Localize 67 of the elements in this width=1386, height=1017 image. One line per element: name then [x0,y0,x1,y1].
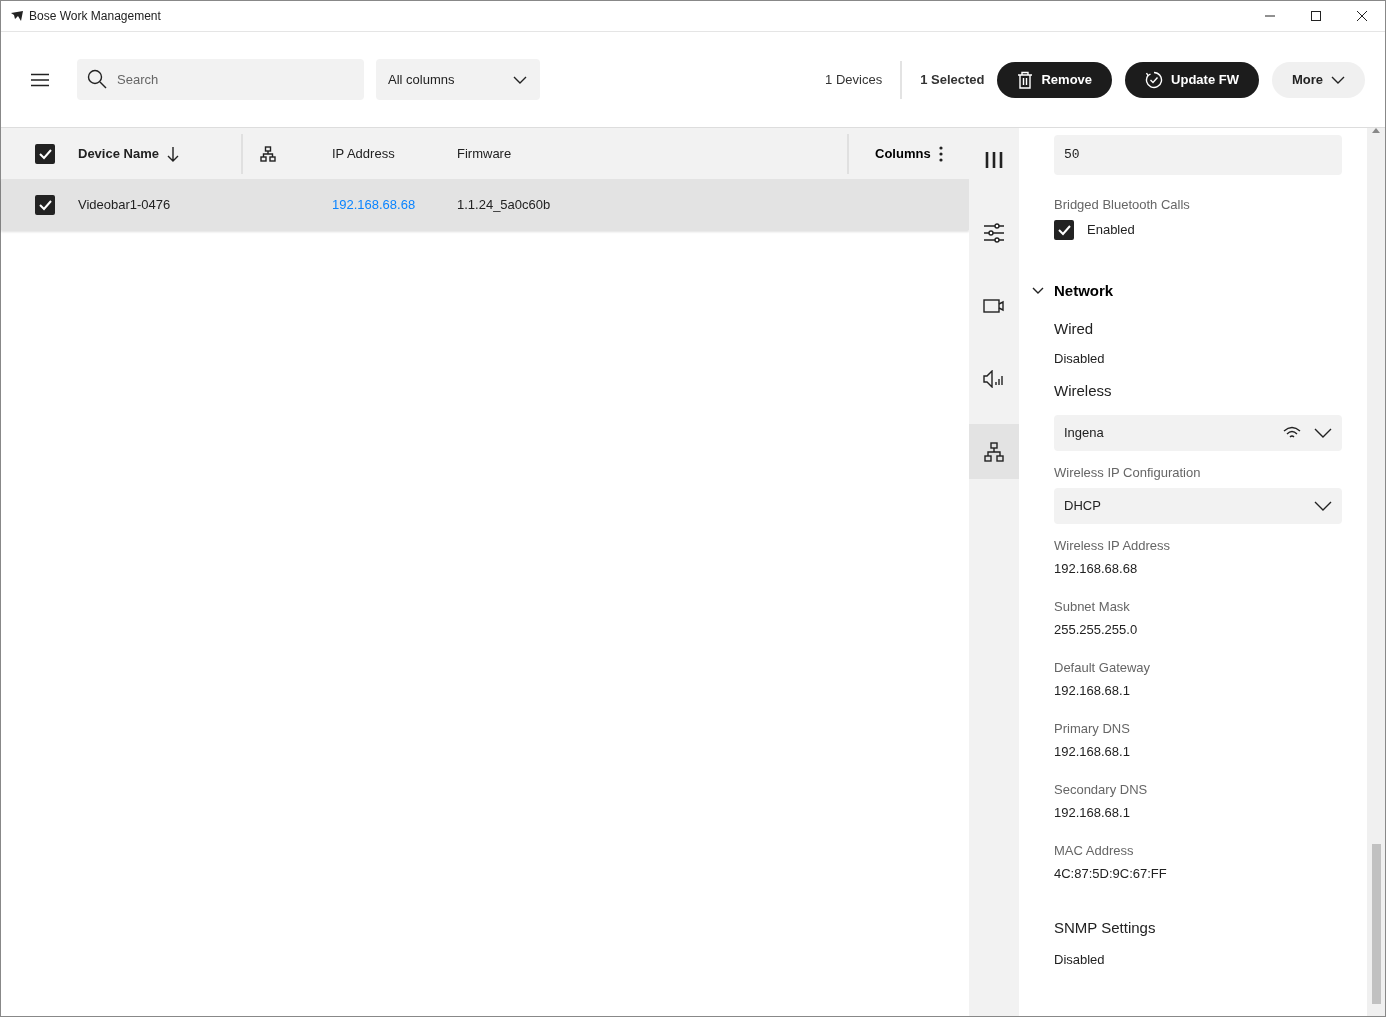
subheading: SNMP Settings [1054,918,1157,938]
subheading: Wired [1054,319,1095,339]
scrollbar[interactable] [1367,128,1385,1016]
dropdown-value: DHCP [1064,497,1101,516]
app-logo-icon [11,11,23,21]
maximize-icon [1311,11,1321,21]
trash-icon [1017,70,1034,89]
field-label: Secondary DNS [1054,781,1149,799]
chevron-down-icon [1032,285,1044,296]
columns-button[interactable]: Columns [849,143,943,164]
field-label: Default Gateway [1054,659,1152,677]
selected-count: 1 Selected [920,70,985,89]
dropdown-value: Ingena [1064,423,1104,442]
column-header[interactable]: IP Address [332,145,395,161]
update-firmware-button[interactable]: Update FW [1125,61,1259,98]
more-button[interactable]: More [1271,61,1365,98]
select-all-checkbox[interactable] [35,143,55,164]
field-label: Bridged Bluetooth Calls [1054,196,1191,214]
field-value: Disabled [1054,950,1106,969]
table-cell: 1.1.24_5a0c60b [457,196,551,212]
close-icon [1357,11,1367,21]
scroll-up-icon [1372,128,1380,133]
field-value: 192.168.68.1 [1054,681,1131,700]
menu-button[interactable] [31,72,49,87]
sliders-icon [983,222,1005,243]
column-header[interactable]: Device Name [78,143,159,164]
row-checkbox[interactable] [35,194,55,215]
search-icon [87,69,107,89]
field-value: 255.255.255.0 [1054,620,1139,639]
dropdown-value: All columns [388,70,455,89]
table-cell-text: Videobar1-0476 [78,195,171,214]
number-input-field[interactable]: 50 [1054,135,1342,175]
field-label: Subnet Mask [1054,598,1131,616]
dropdown[interactable]: Ingena [1054,414,1342,451]
network-icon [260,146,276,163]
speaker-icon [983,369,1005,388]
sort-down-icon [166,145,179,162]
device-count: 1 Devices [825,70,883,89]
network-icon [984,441,1004,462]
chevron-down-icon [1314,426,1332,439]
subheading: Wireless [1054,381,1113,401]
refresh-check-icon [1145,70,1164,89]
column-header[interactable]: Firmware [457,145,512,161]
column-filter-dropdown[interactable]: All columns [376,59,540,100]
window-title: Bose Work Management [29,8,161,25]
more-vertical-icon [938,145,943,162]
field-label: Primary DNS [1054,720,1131,738]
camera-icon [983,297,1005,314]
section-header[interactable]: Network [1032,279,1114,302]
table-row[interactable]: Videobar1-0476 192.168.68.68 1.1.24_5a0c60b [1,179,969,230]
field-label: Wireless IP Address [1054,537,1172,555]
field-value: 4C:87:5D:9C:67:FF [1054,864,1168,883]
field-label: MAC Address [1054,842,1135,860]
field-value: 192.168.68.1 [1054,742,1131,761]
scrollbar-thumb[interactable] [1371,844,1381,1004]
columns-icon [984,149,1004,170]
field-value: Disabled [1054,349,1106,368]
checkbox-label: Enabled [1087,220,1135,239]
remove-button[interactable]: Remove [997,61,1113,98]
menu-icon [31,72,49,87]
field-value: 192.168.68.68 [1054,559,1139,578]
enabled-checkbox[interactable] [1054,219,1074,240]
field-value: 192.168.68.1 [1054,803,1131,822]
dropdown[interactable]: DHCP [1054,488,1342,524]
field-label: Wireless IP Configuration [1054,463,1202,482]
search-field[interactable]: Search [77,59,364,100]
chevron-down-icon [1314,500,1332,512]
